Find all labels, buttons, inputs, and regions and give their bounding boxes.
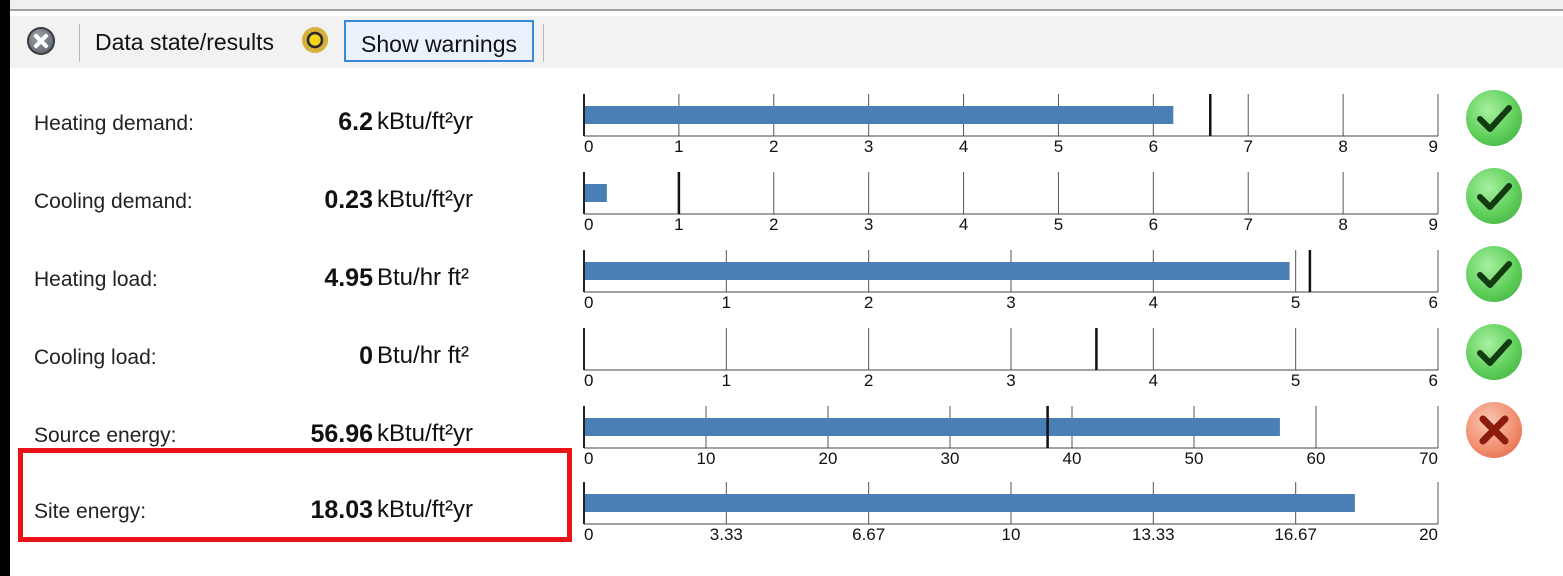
axis-tick-label: 2 bbox=[864, 371, 873, 390]
metric-bar-chart: 0 1 2 3 4 5 6 7 8 9 bbox=[583, 172, 1439, 234]
axis-tick-label: 20 bbox=[1419, 525, 1438, 544]
metric-bar-chart: 0 10 20 30 40 50 60 70 bbox=[583, 406, 1439, 468]
axis-tick-label: 16.67 bbox=[1274, 525, 1317, 544]
axis-tick-label: 40 bbox=[1063, 449, 1082, 468]
metric-unit: kBtu/ft²yr bbox=[377, 420, 474, 447]
metric-bar-chart: 0 1 2 3 4 5 6 7 8 9 bbox=[583, 94, 1439, 156]
axis-tick-label: 5 bbox=[1291, 371, 1300, 390]
axis-tick-label: 1 bbox=[722, 371, 731, 390]
value-bar bbox=[585, 262, 1290, 280]
metric-unit: kBtu/ft²yr bbox=[377, 186, 474, 213]
metric-bar-chart: 0 1 2 3 4 5 6 bbox=[583, 250, 1439, 312]
metric-label: Heating demand: bbox=[34, 112, 194, 135]
axis-tick-label: 20 bbox=[819, 449, 838, 468]
axis-tick-label: 4 bbox=[1149, 293, 1158, 312]
metric-bar-chart: 0 1 2 3 4 5 6 bbox=[583, 328, 1439, 390]
axis-tick-label: 1 bbox=[674, 137, 683, 156]
metric-unit: Btu/hr ft² bbox=[377, 342, 470, 369]
axis-tick-label: 3.33 bbox=[710, 525, 743, 544]
axis-tick-label: 6.67 bbox=[852, 525, 885, 544]
axis-tick-label: 5 bbox=[1054, 215, 1063, 234]
axis-tick-label: 7 bbox=[1243, 137, 1252, 156]
data-state-label: Data state/results bbox=[95, 29, 274, 55]
pass-check-icon bbox=[1466, 90, 1522, 146]
axis-tick-label: 6 bbox=[1429, 371, 1438, 390]
axis-tick-label: 10 bbox=[1002, 525, 1021, 544]
toolbar: Data state/results Show warnings bbox=[10, 16, 1563, 68]
axis-tick-label: 2 bbox=[769, 137, 778, 156]
value-bar bbox=[585, 418, 1280, 436]
metric-bar-chart: 0 3.33 6.67 10 13.33 16.67 20 bbox=[583, 482, 1439, 544]
metric-label: Cooling demand: bbox=[34, 190, 193, 213]
value-bar bbox=[585, 184, 607, 202]
axis-tick-label: 0 bbox=[584, 215, 593, 234]
data-state-icon bbox=[302, 27, 328, 53]
axis-tick-label: 8 bbox=[1338, 137, 1347, 156]
axis-tick-label: 6 bbox=[1149, 137, 1158, 156]
axis-tick-label: 60 bbox=[1307, 449, 1326, 468]
window-top-border bbox=[10, 0, 1563, 11]
axis-tick-label: 0 bbox=[584, 525, 593, 544]
pass-check-icon bbox=[1466, 324, 1522, 380]
axis-tick-label: 3 bbox=[864, 137, 873, 156]
axis-tick-label: 4 bbox=[959, 215, 968, 234]
metric-unit: Btu/hr ft² bbox=[377, 264, 470, 291]
axis-tick-label: 5 bbox=[1291, 293, 1300, 312]
pass-check-icon bbox=[1466, 246, 1522, 302]
axis-tick-label: 70 bbox=[1419, 449, 1438, 468]
pass-check-icon bbox=[1466, 168, 1522, 224]
axis-tick-label: 30 bbox=[941, 449, 960, 468]
axis-tick-label: 1 bbox=[674, 215, 683, 234]
axis-tick-label: 9 bbox=[1429, 215, 1438, 234]
axis-tick-label: 5 bbox=[1054, 137, 1063, 156]
axis-tick-label: 3 bbox=[1006, 371, 1015, 390]
fail-x-icon bbox=[1466, 402, 1522, 458]
axis-tick-label: 1 bbox=[722, 293, 731, 312]
axis-tick-label: 7 bbox=[1243, 215, 1252, 234]
axis-tick-label: 50 bbox=[1185, 449, 1204, 468]
axis-tick-label: 2 bbox=[769, 215, 778, 234]
metric-value: 0 bbox=[359, 342, 373, 370]
axis-tick-label: 6 bbox=[1429, 293, 1438, 312]
axis-tick-label: 3 bbox=[864, 215, 873, 234]
metric-label: Source energy: bbox=[34, 424, 177, 447]
axis-tick-label: 4 bbox=[959, 137, 968, 156]
show-warnings-button[interactable]: Show warnings bbox=[344, 20, 534, 62]
axis-tick-label: 10 bbox=[697, 449, 716, 468]
metric-value: 4.95 bbox=[324, 264, 373, 292]
axis-tick-label: 0 bbox=[584, 137, 593, 156]
axis-tick-label: 0 bbox=[584, 449, 593, 468]
metric-value: 56.96 bbox=[310, 420, 373, 448]
axis-tick-label: 8 bbox=[1338, 215, 1347, 234]
metric-unit: kBtu/ft²yr bbox=[377, 108, 474, 135]
results-panel: Data state/results Show warnings Heating… bbox=[10, 0, 1563, 576]
metric-value: 0.23 bbox=[324, 186, 373, 214]
axis-tick-label: 2 bbox=[864, 293, 873, 312]
axis-tick-label: 6 bbox=[1149, 215, 1158, 234]
axis-tick-label: 3 bbox=[1006, 293, 1015, 312]
highlight-box bbox=[18, 448, 572, 542]
value-bar bbox=[585, 106, 1174, 124]
axis-tick-label: 0 bbox=[584, 293, 593, 312]
axis-tick-label: 0 bbox=[584, 371, 593, 390]
toolbar-separator bbox=[79, 24, 80, 62]
close-icon[interactable] bbox=[27, 27, 55, 55]
metric-value: 6.2 bbox=[338, 108, 373, 136]
axis-tick-label: 9 bbox=[1429, 137, 1438, 156]
metric-label: Cooling load: bbox=[34, 346, 157, 369]
value-bar bbox=[585, 494, 1355, 512]
toolbar-separator bbox=[543, 24, 544, 62]
axis-tick-label: 4 bbox=[1149, 371, 1158, 390]
axis-tick-label: 13.33 bbox=[1132, 525, 1175, 544]
metric-label: Heating load: bbox=[34, 268, 158, 291]
